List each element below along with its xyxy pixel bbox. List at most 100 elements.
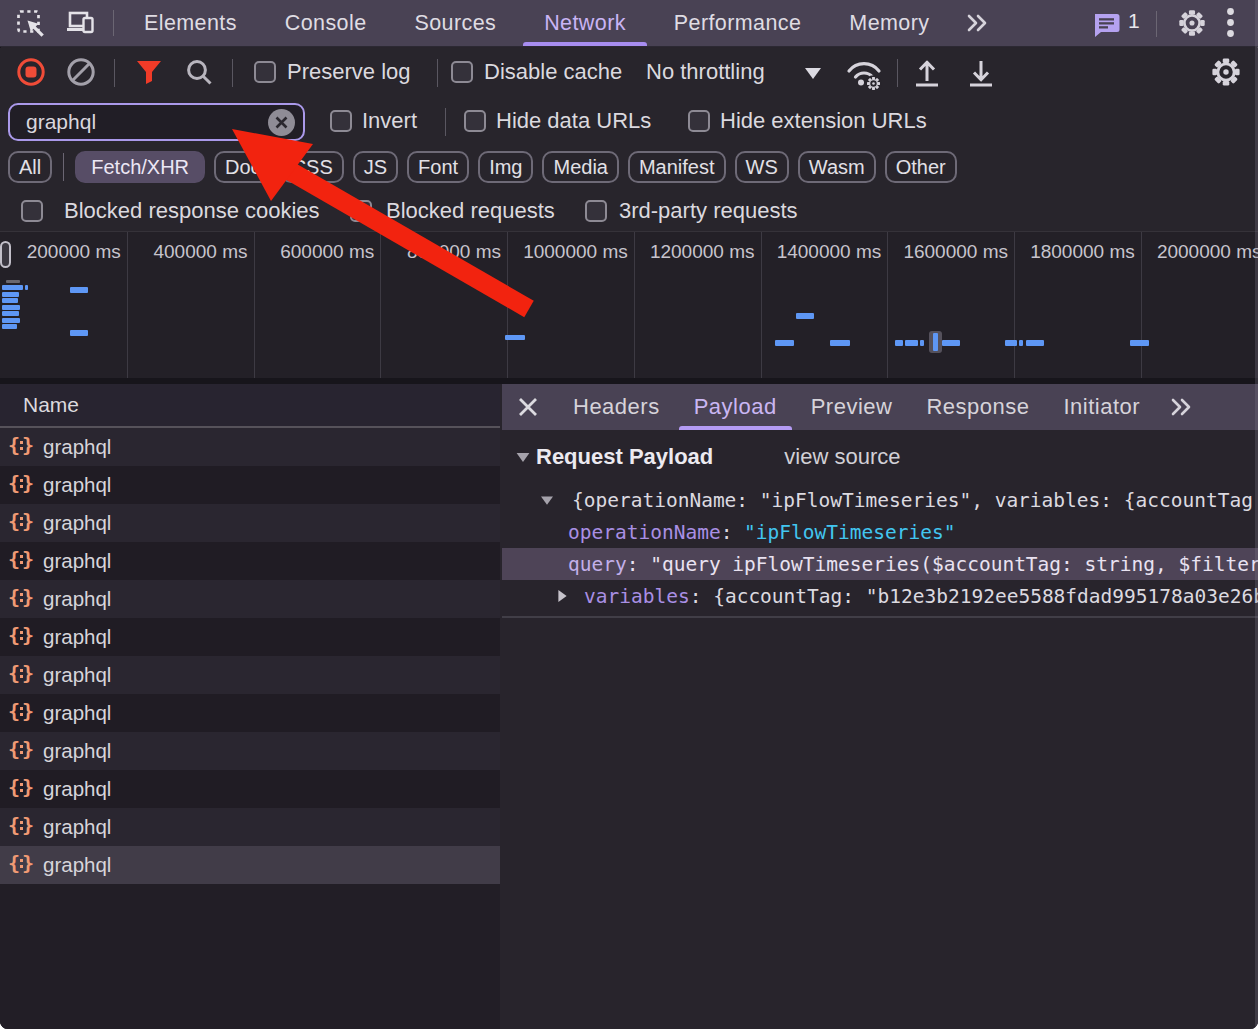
tree-collapsed-triangle-icon[interactable] [558,590,566,602]
details-tabs: HeadersPayloadPreviewResponseInitiator [556,384,1157,430]
request-row[interactable]: {}graphql [0,770,500,808]
request-row[interactable]: {}graphql [0,656,500,694]
filter-chip-fetchxhr[interactable]: Fetch/XHR [75,151,205,183]
request-row[interactable]: {}graphql [0,542,500,580]
filter-chip-doc[interactable]: Doc [214,151,272,183]
details-tab-headers[interactable]: Headers [556,384,677,430]
network-settings-button[interactable] [1211,57,1241,87]
details-tab-preview[interactable]: Preview [794,384,910,430]
timeline-tick-label: 1600000 ms [868,241,1008,263]
issues-button[interactable] [1092,11,1120,39]
blocked-requests-checkbox[interactable] [350,200,372,222]
close-details-button[interactable] [514,394,541,421]
waterfall-bar [70,287,88,293]
request-row[interactable]: {}graphql [0,846,500,884]
request-name: graphql [43,853,111,877]
filter-chip-js[interactable]: JS [353,151,398,183]
hide-data-urls-checkbox[interactable] [464,110,486,132]
clear-button[interactable] [66,57,96,87]
waterfall-bar [1005,340,1017,346]
filter-chip-wasm[interactable]: Wasm [798,151,876,183]
request-row[interactable]: {}graphql [0,504,500,542]
more-details-tabs-button[interactable] [1157,396,1207,418]
preserve-log-checkbox[interactable] [254,61,276,83]
payload-tree-row[interactable]: query: "query ipFlowTimeseries($accountT… [502,548,1258,580]
request-type-filters: All Fetch/XHR Doc CSS JS Font Img Media Manifest… [0,146,1258,192]
device-toolbar-button[interactable] [66,9,94,37]
details-tab-payload[interactable]: Payload [677,384,794,430]
hide-extension-urls-checkbox[interactable] [688,110,710,132]
braces-json-icon: {} [10,663,36,687]
section-collapse-triangle-icon [517,453,530,462]
request-row[interactable]: {}graphql [0,428,500,466]
filter-chip-other[interactable]: Other [885,151,957,183]
clear-x-icon [274,115,289,130]
timeline-tick-label: 2000000 ms [1122,241,1258,263]
waterfall-bar [505,335,525,340]
blocked-response-cookies-checkbox[interactable] [21,200,43,222]
panel-tab-elements[interactable]: Elements [120,0,261,46]
search-button[interactable] [184,57,214,87]
import-har-button[interactable] [912,56,942,88]
filter-chip-media[interactable]: Media [542,151,618,183]
view-source-link[interactable]: view source [784,444,900,470]
filter-chip-css[interactable]: CSS [281,151,344,183]
payload-tree-row[interactable]: operationName: "ipFlowTimeseries" [502,516,1258,548]
request-name: graphql [43,777,111,801]
clear-filter-button[interactable] [268,109,295,136]
request-row[interactable]: {}graphql [0,808,500,846]
throttling-select[interactable]: No throttling [646,59,765,85]
panel-tab-console[interactable]: Console [261,0,391,46]
record-button[interactable] [16,57,46,87]
request-details-pane: HeadersPayloadPreviewResponseInitiator R… [502,384,1258,1029]
panel-tab-performance[interactable]: Performance [650,0,825,46]
name-column-header[interactable]: Name [0,384,500,428]
disable-cache-checkbox[interactable] [451,61,473,83]
request-name: graphql [43,473,111,497]
blocked-requests-label: Blocked requests [386,198,555,224]
filter-toggle-button[interactable] [135,58,163,86]
filter-chip-font[interactable]: Font [407,151,469,183]
filter-chip-img[interactable]: Img [478,151,533,183]
request-name: graphql [43,549,111,573]
export-har-button[interactable] [966,56,996,88]
braces-json-icon: {} [10,511,36,535]
panel-tab-network[interactable]: Network [520,0,650,46]
request-row[interactable]: {}graphql [0,580,500,618]
filter-input-value: graphql [26,110,268,134]
settings-button[interactable] [1178,9,1206,37]
payload-tree-row[interactable]: {operationName: "ipFlowTimeseries", vari… [502,484,1258,516]
tree-row-text: operationName: "ipFlowTimeseries" [568,521,955,544]
request-row[interactable]: {}graphql [0,694,500,732]
tree-expanded-triangle-icon[interactable] [541,496,553,504]
filter-chip-all[interactable]: All [8,151,52,183]
details-tab-initiator[interactable]: Initiator [1047,384,1158,430]
filter-input[interactable]: graphql [8,103,305,141]
network-conditions-button[interactable] [845,56,883,90]
payload-tree-row[interactable]: variables: {accountTag: "b12e3b2192ee558… [502,580,1258,612]
settings-gear-icon [1178,8,1206,38]
network-overview-timeline[interactable]: 200000 ms400000 ms600000 ms800000 ms1000… [0,231,1258,384]
panel-tab-sources[interactable]: Sources [391,0,521,46]
inspect-element-button[interactable] [16,9,44,37]
waterfall-bar [2,305,20,310]
-rd-party-requests-checkbox[interactable] [585,200,607,222]
waterfall-bar [895,340,903,346]
customize-devtools-button[interactable] [1224,8,1236,36]
timeline-tick-label: 1200000 ms [615,241,755,263]
invert-checkbox[interactable] [330,110,352,132]
request-row[interactable]: {}graphql [0,466,500,504]
filter-chip-manifest[interactable]: Manifest [628,151,726,183]
waterfall-bar [1026,340,1044,346]
-rd-party-requests-label: 3rd-party requests [619,198,798,224]
panel-tab-memory[interactable]: Memory [825,0,953,46]
request-row[interactable]: {}graphql [0,618,500,656]
request-payload-section-header[interactable]: Request Payload view source [502,430,1258,484]
request-row[interactable]: {}graphql [0,732,500,770]
issues-count: 1 [1128,9,1140,33]
funnel-filter-icon [135,58,163,86]
more-panels-button[interactable] [953,12,1003,34]
details-tab-response[interactable]: Response [909,384,1046,430]
filter-chip-ws[interactable]: WS [735,151,789,183]
toolbar-separator [232,59,233,87]
